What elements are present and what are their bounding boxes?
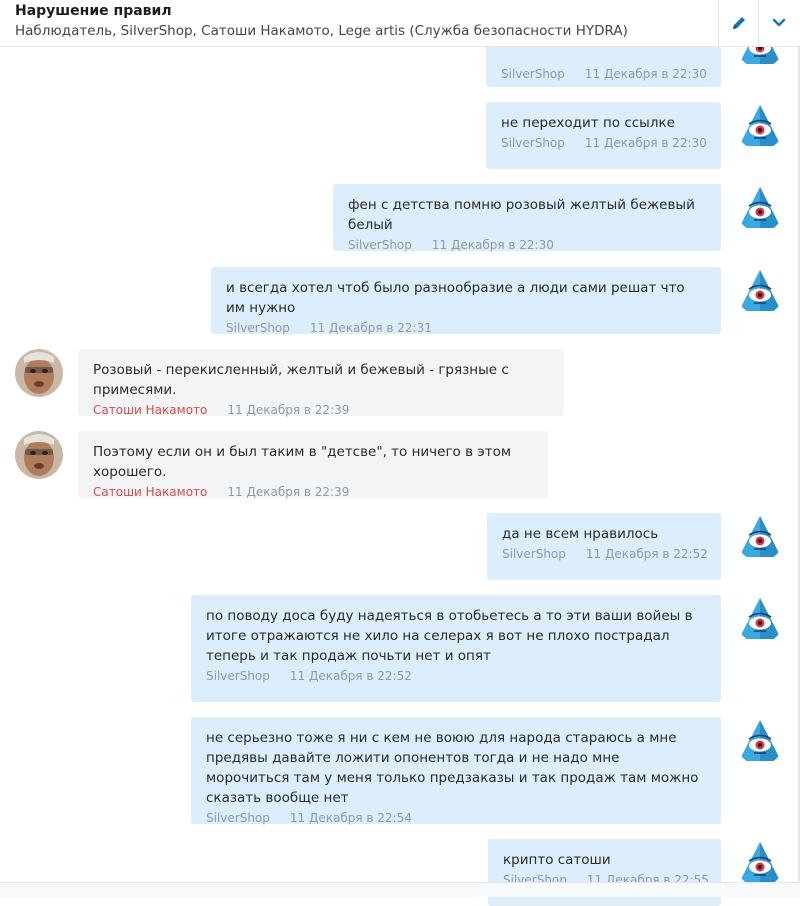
message-author[interactable]: SilverShop [206, 669, 270, 683]
message-time: 11 Декабря в 22:52 [289, 669, 412, 683]
message-author[interactable]: SilverShop [226, 321, 290, 335]
message-text: да не всем нравилось [502, 526, 659, 542]
composer-bar [0, 882, 800, 897]
message-author[interactable]: Сатоши Накамото [93, 485, 207, 499]
message-text: не переходит по ссылке [501, 115, 675, 131]
chat-title: Нарушение правил [15, 3, 172, 19]
message-meta: SilverShop 11 Декабря в 22:52 [502, 547, 708, 561]
message-time: 11 Декабря в 22:31 [309, 321, 432, 335]
message-time: 11 Декабря в 22:30 [584, 67, 707, 81]
satoshi-avatar[interactable] [15, 431, 63, 479]
message-author[interactable]: SilverShop [206, 811, 270, 825]
chat-header: Нарушение правил Наблюдатель, SilverShop… [0, 0, 798, 47]
message-meta: SilverShop 11 Декабря в 22:31 [226, 321, 706, 335]
silvershop-avatar[interactable] [736, 595, 784, 643]
message-author[interactable]: SilverShop [501, 136, 565, 150]
message-text: и всегда хотел чтоб было разнообразие а … [226, 280, 685, 316]
message-bubble[interactable]: не серьезно тоже я ни с кем не воюю для … [191, 717, 721, 825]
chat-members: Наблюдатель, SilverShop, Сатоши Накамото… [15, 23, 628, 39]
message-author[interactable]: Сатоши Накамото [93, 403, 207, 417]
silvershop-avatar[interactable] [736, 717, 784, 765]
message-bubble[interactable]: по поводу доса буду надеяться в отобьете… [191, 595, 721, 702]
message-time: 11 Декабря в 22:30 [584, 136, 707, 150]
message-text: крипто сатоши [503, 852, 611, 868]
message-meta: Сатоши Накамото 11 Декабря в 22:39 [93, 403, 549, 417]
message-time: 11 Декабря в 22:54 [289, 811, 412, 825]
message-text: Поэтому если он и был таким в "детсве", … [93, 444, 512, 480]
pencil-icon [733, 17, 745, 29]
message-time: 11 Декабря в 22:30 [431, 238, 554, 252]
silvershop-avatar[interactable] [736, 102, 784, 150]
satoshi-avatar[interactable] [15, 349, 63, 397]
message-meta: SilverShop 11 Декабря в 22:52 [206, 669, 706, 683]
message-time: 11 Декабря в 22:52 [585, 547, 708, 561]
silvershop-avatar[interactable] [736, 513, 784, 561]
message-bubble[interactable]: не переходит по ссылке SilverShop 11 Дека… [486, 102, 721, 169]
chevron-down-icon [772, 18, 786, 27]
message-author[interactable]: SilverShop [348, 238, 412, 252]
message-author[interactable]: SilverShop [502, 547, 566, 561]
message-text: Розовый - перекисленный, желтый и бежевы… [93, 362, 509, 398]
message-time: 11 Декабря в 22:39 [227, 485, 350, 499]
message-author[interactable]: SilverShop [501, 67, 565, 81]
message-meta: SilverShop 11 Декабря в 22:54 [206, 811, 706, 825]
message-meta: SilverShop 11 Декабря в 22:30 [348, 238, 706, 252]
message-meta: Сатоши Накамото 11 Декабря в 22:39 [93, 485, 533, 499]
message-meta: SilverShop 11 Декабря в 22:30 [501, 67, 707, 81]
message-bubble[interactable]: Поэтому если он и был таким в "детсве", … [78, 431, 548, 499]
message-bubble[interactable]: да не всем нравилось SilverShop 11 Декабр… [487, 513, 721, 580]
message-meta: SilverShop 11 Декабря в 22:30 [501, 136, 707, 150]
message-bubble[interactable]: и всегда хотел чтоб было разнообразие а … [211, 267, 721, 335]
message-bubble[interactable]: Розовый - перекисленный, желтый и бежевы… [78, 349, 564, 417]
more-options-button[interactable] [758, 0, 799, 46]
edit-button[interactable] [718, 0, 759, 46]
message-text: фен с детства помню розовый желтый бежев… [348, 197, 695, 233]
message-text: не серьезно тоже я ни с кем не воюю для … [206, 730, 699, 806]
silvershop-avatar[interactable] [736, 267, 784, 315]
silvershop-avatar[interactable] [736, 839, 784, 887]
message-time: 11 Декабря в 22:39 [227, 403, 350, 417]
message-text: по поводу доса буду надеяться в отобьете… [206, 608, 693, 664]
silvershop-avatar[interactable] [736, 184, 784, 232]
message-bubble[interactable]: фен с детства помню розовый желтый бежев… [333, 184, 721, 252]
